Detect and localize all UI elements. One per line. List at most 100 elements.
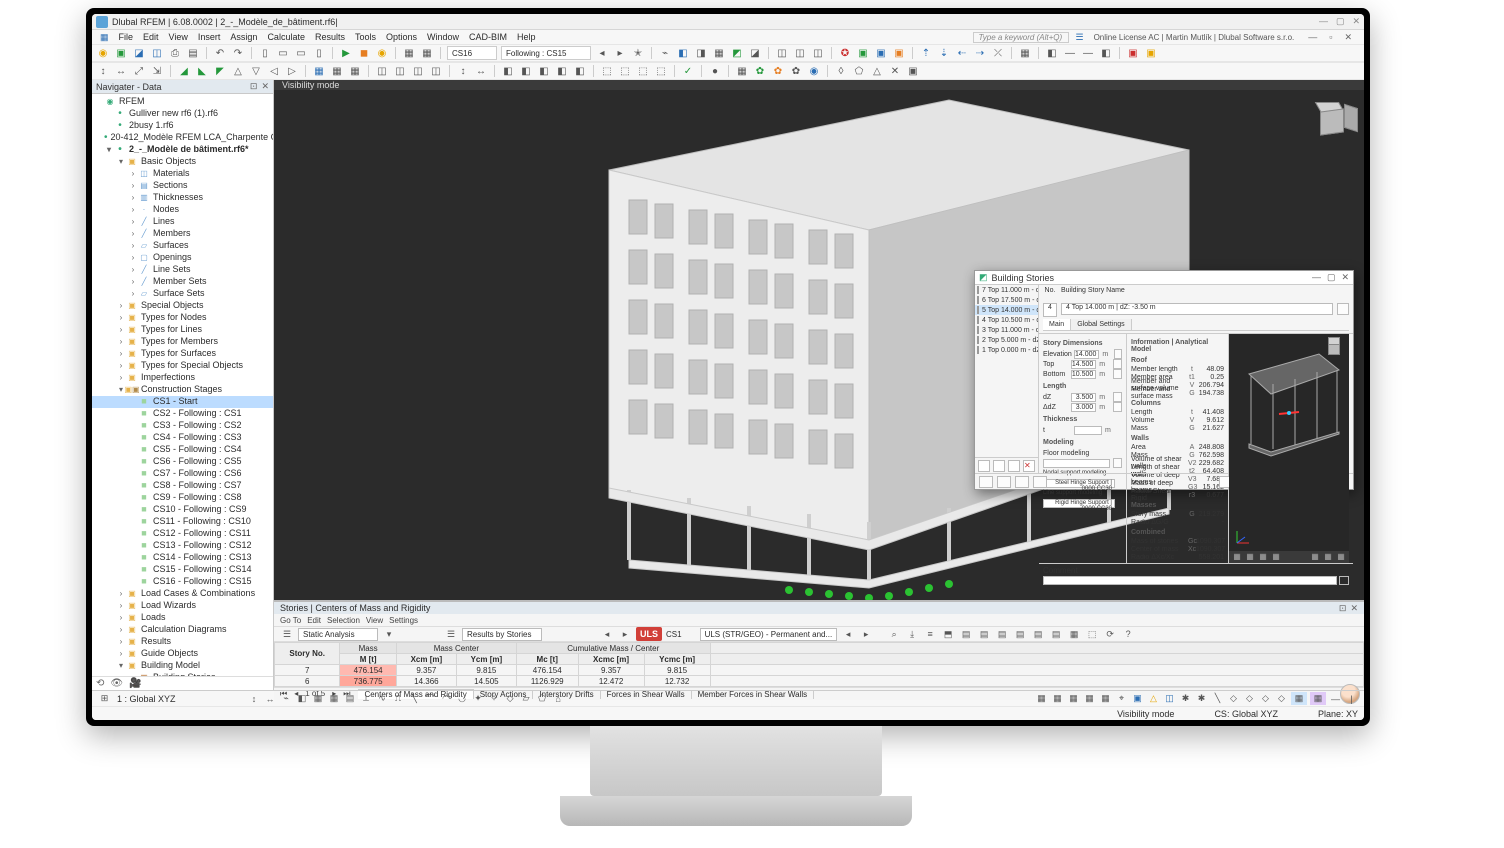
- tbs39-icon[interactable]: △: [870, 64, 884, 78]
- tree-cs-13[interactable]: CS14 - Following : CS13: [153, 552, 252, 563]
- dlg-f2-icon[interactable]: [997, 476, 1011, 488]
- tree-basic-9[interactable]: Member Sets: [153, 276, 207, 287]
- sb1-19-icon[interactable]: ⬠: [536, 692, 549, 705]
- dlg-max-icon[interactable]: ▢: [1327, 272, 1336, 283]
- tree-after-0[interactable]: Load Cases & Combinations: [141, 588, 255, 599]
- tree-basic-0[interactable]: Materials: [153, 168, 190, 179]
- tree-root[interactable]: RFEM: [119, 96, 145, 107]
- top-btn-icon[interactable]: [1113, 359, 1122, 369]
- bp-ic3-icon[interactable]: ≡: [923, 627, 937, 641]
- tb-e2-icon[interactable]: ▣: [856, 46, 870, 60]
- tree-basic-2[interactable]: Thicknesses: [153, 192, 203, 203]
- tree-cs-4[interactable]: CS5 - Following : CS4: [153, 444, 242, 455]
- tbs22-icon[interactable]: ◧: [519, 64, 533, 78]
- tbs36-icon[interactable]: ◉: [807, 64, 821, 78]
- tb-view3-icon[interactable]: ▭: [294, 46, 308, 60]
- tree-cs-9[interactable]: CS10 - Following : CS9: [153, 504, 247, 515]
- tb-f5-icon[interactable]: ⤫: [991, 46, 1005, 60]
- bp-menu-set[interactable]: Settings: [389, 616, 418, 625]
- tree-typegrp-3[interactable]: Types for Members: [141, 336, 218, 347]
- bp-next-icon[interactable]: ▸: [618, 627, 632, 641]
- dlg-story-3[interactable]: 4 Top 10.500 m - dZ: -3.500 m: [975, 315, 1038, 325]
- prev-tb6-icon[interactable]: ▦: [1323, 552, 1333, 562]
- nav-pin-icon[interactable]: ⊡: [250, 81, 258, 92]
- tb-new-icon[interactable]: ◉: [96, 46, 110, 60]
- sb1-13-icon[interactable]: ◠: [440, 692, 453, 705]
- bp-ic2-icon[interactable]: ⤓: [905, 627, 919, 641]
- cs-select[interactable]: CS16: [447, 46, 497, 60]
- tbs17-icon[interactable]: ◫: [411, 64, 425, 78]
- tb-prev-icon[interactable]: ◂: [595, 46, 609, 60]
- sb1-r9-icon[interactable]: ◫: [1163, 692, 1176, 705]
- menu-view[interactable]: View: [165, 32, 192, 42]
- sb1-r11-icon[interactable]: ✱: [1195, 692, 1208, 705]
- dlg-story-5[interactable]: 2 Top 5.000 m - dZ: -5.000 m: [975, 335, 1038, 345]
- menu-edit[interactable]: Edit: [139, 32, 163, 42]
- tb-misc1-icon[interactable]: ▦: [402, 46, 416, 60]
- sb1-10-icon[interactable]: ⎍: [392, 692, 405, 705]
- axis-cube[interactable]: [1310, 100, 1354, 144]
- tb-h3-icon[interactable]: —: [1081, 46, 1095, 60]
- sb1-18-icon[interactable]: ▱: [520, 692, 533, 705]
- tb-fav-icon[interactable]: ✭: [631, 46, 645, 60]
- tree-basic-objects[interactable]: Basic Objects: [141, 156, 196, 167]
- bp-co-next-icon[interactable]: ▸: [859, 627, 873, 641]
- dlg-story-0[interactable]: 7 Top 11.000 m - dZ: -3.500 m: [975, 285, 1038, 295]
- menu-tools[interactable]: Tools: [351, 32, 380, 42]
- tb-h1-icon[interactable]: ◧: [1045, 46, 1059, 60]
- bp-menu-view[interactable]: View: [366, 616, 383, 625]
- tree-file-1[interactable]: 2busy 1.rf6: [129, 120, 174, 131]
- sb1-a-icon[interactable]: ⊞: [98, 692, 111, 705]
- sb1-r20-icon[interactable]: |: [1345, 692, 1358, 705]
- dlg-comment-input[interactable]: [1043, 576, 1337, 585]
- tbs10-icon[interactable]: ◁: [267, 64, 281, 78]
- menu-insert[interactable]: Insert: [194, 32, 225, 42]
- tree-basic-5[interactable]: Members: [153, 228, 191, 239]
- menu-calculate[interactable]: Calculate: [263, 32, 309, 42]
- tb-h4-icon[interactable]: ◧: [1099, 46, 1113, 60]
- tree-cs-3[interactable]: CS4 - Following : CS3: [153, 432, 242, 443]
- bp-co-prev-icon[interactable]: ◂: [841, 627, 855, 641]
- tb-calc-icon[interactable]: ◉: [375, 46, 389, 60]
- tree-cs-0[interactable]: CS1 - Start: [153, 396, 198, 407]
- tb-open-icon[interactable]: ▣: [114, 46, 128, 60]
- nav-btm-3-icon[interactable]: 🎥: [129, 678, 141, 689]
- tb-c4-icon[interactable]: ▦: [712, 46, 726, 60]
- tree-typegrp-6[interactable]: Imperfections: [141, 372, 195, 383]
- tree-cs-14[interactable]: CS15 - Following : CS14: [153, 564, 252, 575]
- sb1-r18-icon[interactable]: ▦: [1310, 692, 1326, 705]
- sb1-r12-icon[interactable]: ╲: [1211, 692, 1224, 705]
- app-menu-icon[interactable]: ▦: [96, 32, 113, 43]
- tb-d3-icon[interactable]: ◫: [811, 46, 825, 60]
- prev-tb1-icon[interactable]: ▦: [1232, 552, 1242, 562]
- tree-basic-6[interactable]: Surfaces: [153, 240, 189, 251]
- dz-btn-icon[interactable]: [1113, 392, 1122, 402]
- tb-c5-icon[interactable]: ◩: [730, 46, 744, 60]
- bp-analysis-select[interactable]: Static Analysis: [298, 628, 378, 641]
- bp-ic5-icon[interactable]: ▤: [959, 627, 973, 641]
- menu-cad-bim[interactable]: CAD-BIM: [465, 32, 511, 42]
- navigator-tree[interactable]: RFEM Gulliver new rf6 (1).rf6 2busy 1.rf…: [92, 94, 273, 676]
- dlg-story-4[interactable]: 3 Top 11.000 m - dZ: -3.000 m: [975, 325, 1038, 335]
- top-input[interactable]: 14.500: [1071, 360, 1096, 369]
- sb1-15-icon[interactable]: ✦: [472, 692, 485, 705]
- tree-typegrp-0[interactable]: Special Objects: [141, 300, 204, 311]
- bp-ic9-icon[interactable]: ▤: [1031, 627, 1045, 641]
- tree-cs-10[interactable]: CS11 - Following : CS10: [153, 516, 251, 527]
- tbs11-icon[interactable]: ▷: [285, 64, 299, 78]
- sb1-r17-icon[interactable]: ▦: [1291, 692, 1307, 705]
- prev-tb2-icon[interactable]: ▦: [1245, 552, 1255, 562]
- bp-ic10-icon[interactable]: ▤: [1049, 627, 1063, 641]
- tb-f4-icon[interactable]: ⇢: [973, 46, 987, 60]
- tb-e1-icon[interactable]: ✪: [838, 46, 852, 60]
- linesup-input[interactable]: Rigid Hinge Support | 0000 CC30: [1043, 499, 1115, 508]
- bp-pin-icon[interactable]: ⊡: [1339, 603, 1347, 614]
- tbs12-icon[interactable]: ▦: [312, 64, 326, 78]
- tbs19-icon[interactable]: ↕: [456, 64, 470, 78]
- tb-e4-icon[interactable]: ▣: [892, 46, 906, 60]
- tbs34-icon[interactable]: ✿: [771, 64, 785, 78]
- tb-save-icon[interactable]: ◪: [132, 46, 146, 60]
- tbs26-icon[interactable]: ⬚: [600, 64, 614, 78]
- keyword-search[interactable]: Type a keyword (Alt+Q): [973, 32, 1069, 43]
- tb-f1-icon[interactable]: ⇡: [919, 46, 933, 60]
